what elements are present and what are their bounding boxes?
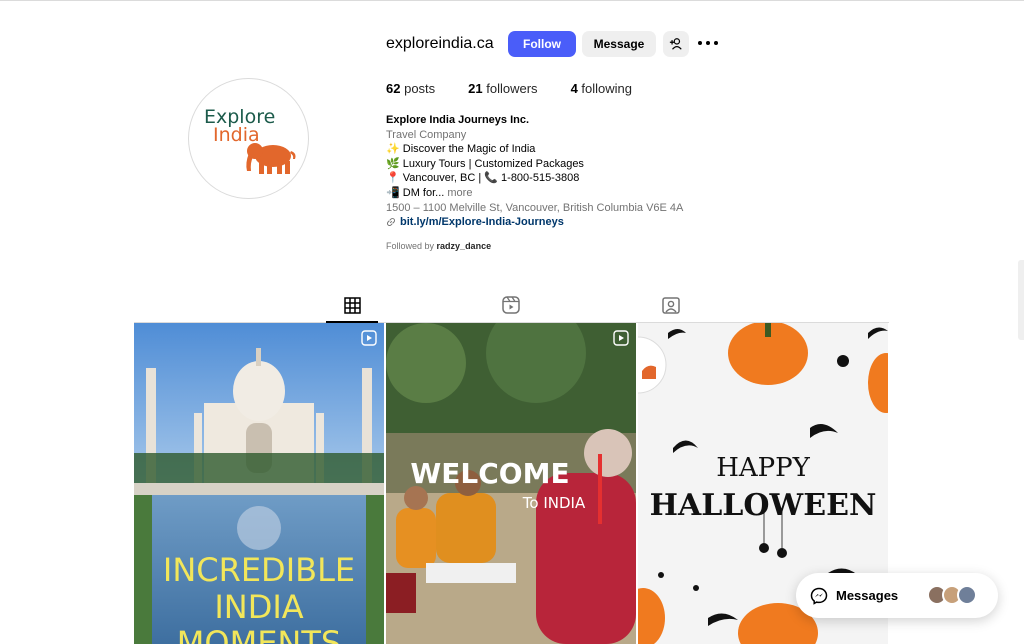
bio-link-text: bit.ly/m/Explore-India-Journeys: [400, 216, 564, 229]
avatar: [957, 585, 977, 605]
profile-bio: Explore India Journeys Inc. Travel Compa…: [386, 113, 746, 230]
posts-stat[interactable]: 62 posts: [386, 81, 435, 96]
scroll-edge: [1018, 260, 1024, 340]
bio-address: 1500 – 1100 Melville St, Vancouver, Brit…: [386, 201, 684, 214]
profile-stats: 62 posts 21 followers 4 following: [386, 81, 665, 96]
followed-by-prefix: Followed by: [386, 241, 435, 251]
add-user-button[interactable]: [663, 31, 689, 57]
bio-line: 📲 DM for...: [386, 186, 445, 199]
bio-name: Explore India Journeys Inc.: [386, 114, 530, 126]
follow-button[interactable]: Follow: [508, 31, 576, 57]
grid-icon: [343, 296, 361, 314]
tab-posts[interactable]: [341, 294, 363, 316]
bio-line-truncated: 📲 DM for... more: [386, 186, 746, 201]
explore-india-logo: Explore India: [204, 106, 296, 174]
followers-label: followers: [486, 81, 538, 96]
tagged-icon: [662, 297, 680, 314]
following-stat[interactable]: 4 following: [571, 81, 632, 96]
post-text-line: MOMENTS: [177, 624, 341, 644]
elephant-icon: [246, 143, 296, 174]
add-user-icon: [669, 38, 682, 50]
post-subtitle: To INDIA: [522, 494, 586, 512]
bio-line: ✨ Discover the Magic of India: [386, 143, 536, 156]
logo-text-india: India: [213, 124, 260, 146]
more-options-icon[interactable]: [698, 36, 718, 50]
messages-label: Messages: [836, 588, 899, 603]
post-taj-mahal[interactable]: INCREDIBLE INDIA MOMENTS: [134, 323, 384, 644]
message-button[interactable]: Message: [582, 31, 656, 57]
tab-reels[interactable]: [500, 294, 522, 316]
following-count: 4: [570, 81, 578, 96]
bio-line: 📍 Vancouver, BC | 📞 1-800-515-3808: [386, 172, 580, 185]
post-text-halloween: HALLOWEEN: [650, 488, 877, 523]
post-title: WELCOME: [410, 457, 569, 490]
post-image-welcome: WELCOME To INDIA: [386, 323, 636, 644]
bio-category: Travel Company: [386, 128, 467, 141]
post-text-happy: HAPPY: [716, 453, 810, 483]
followed-by-user: radzy_dance: [436, 241, 492, 251]
post-image-taj-mahal: INCREDIBLE INDIA MOMENTS: [134, 323, 384, 644]
post-welcome-india[interactable]: WELCOME To INDIA: [386, 323, 636, 644]
bio-more-link[interactable]: more: [447, 187, 472, 199]
followers-count: 21: [468, 81, 483, 96]
reels-icon: [502, 296, 520, 314]
posts-label: posts: [404, 81, 436, 96]
post-text-line: INDIA: [214, 588, 303, 626]
link-icon: [387, 218, 395, 227]
followed-by[interactable]: Followed by radzy_dance: [386, 241, 491, 251]
bio-line: 🌿 Luxury Tours | Customized Packages: [386, 157, 584, 170]
tab-tagged[interactable]: [660, 294, 682, 316]
bio-website-link[interactable]: bit.ly/m/Explore-India-Journeys: [386, 215, 746, 230]
messages-button[interactable]: Messages: [796, 573, 998, 618]
profile-username: exploreindia.ca: [386, 35, 494, 52]
followers-stat[interactable]: 21 followers: [468, 81, 537, 96]
post-text-line: INCREDIBLE: [163, 551, 355, 589]
messenger-icon: [810, 587, 828, 605]
following-label: following: [581, 81, 633, 96]
top-border: [0, 0, 1024, 1]
posts-count: 62: [386, 81, 401, 96]
profile-avatar[interactable]: Explore India: [188, 78, 309, 199]
